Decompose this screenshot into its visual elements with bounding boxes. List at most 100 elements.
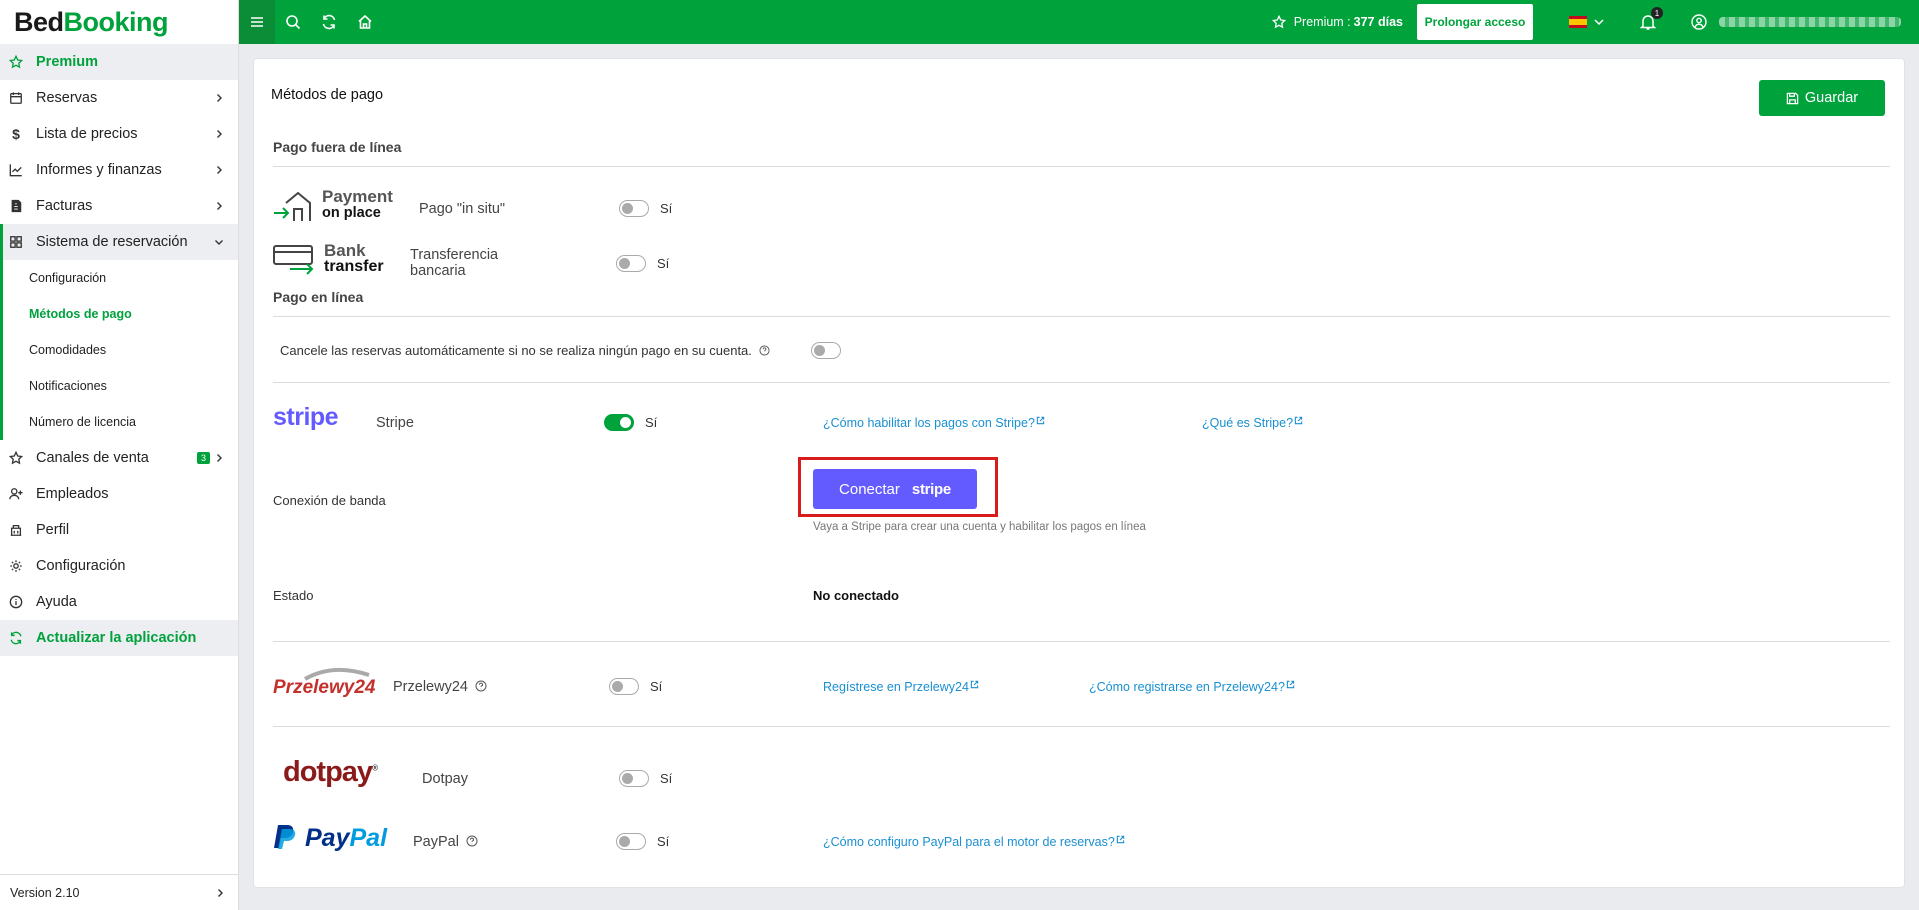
method-name-bank-line1: Transferencia: [410, 247, 499, 263]
chevron-down-icon[interactable]: [1593, 16, 1605, 28]
sidebar-item-label: Sistema de reservación: [36, 234, 188, 250]
hamburger-menu-button[interactable]: [239, 0, 275, 44]
home-button[interactable]: [347, 0, 383, 44]
link-przelewy24-register[interactable]: Regístrese en Przelewy24: [823, 680, 979, 694]
sidebar-item-label: Informes y finanzas: [36, 162, 162, 178]
question-circle-icon[interactable]: [466, 835, 478, 847]
toggle-przelewy24[interactable]: [609, 678, 639, 695]
payment-on-place-logo: Payment on place: [272, 188, 402, 223]
paypal-logo: PayPal: [273, 823, 403, 853]
dollar-icon: $: [12, 126, 20, 142]
notifications-button[interactable]: 1: [1639, 7, 1663, 31]
sidebar-item-empleados[interactable]: Empleados: [0, 476, 238, 512]
toggle-auto-cancel[interactable]: [811, 342, 841, 359]
chevron-right-icon: [217, 94, 222, 102]
divider: [273, 316, 1890, 317]
link-paypal-how[interactable]: ¿Cómo configuro PayPal para el motor de …: [823, 835, 1125, 849]
sidebar-item-configuracion[interactable]: Configuración: [0, 548, 238, 584]
divider: [273, 166, 1890, 167]
toggle-label-bank-transfer: Sí: [657, 256, 670, 271]
link-stripe-how[interactable]: ¿Cómo habilitar los pagos con Stripe?: [823, 416, 1045, 430]
grid-icon: [8, 234, 24, 250]
save-button[interactable]: Guardar: [1759, 80, 1885, 116]
sidebar-item-informes[interactable]: Informes y finanzas: [0, 152, 238, 188]
payment-on-place-logo-line2: on place: [322, 205, 381, 221]
sidebar-subitem-licencia[interactable]: Número de licencia: [3, 404, 238, 440]
external-link-icon: [1294, 416, 1303, 425]
payment-methods-card: Métodos de pago Guardar Pago fuera de lí…: [253, 58, 1905, 888]
przelewy24-logo: Przelewy24: [273, 667, 376, 703]
user-name-redacted[interactable]: [1719, 17, 1901, 27]
paypal-logo-text: PayPal: [305, 824, 388, 852]
logo-text-bed: Bed: [14, 6, 64, 37]
external-link-icon: [1036, 416, 1045, 425]
prolong-access-button[interactable]: Prolongar acceso: [1417, 4, 1533, 40]
sidebar-item-reservas[interactable]: Reservas: [0, 80, 238, 116]
app-logo[interactable]: Bed Booking: [0, 0, 238, 44]
star-icon: [1271, 15, 1286, 29]
user-icon[interactable]: [1691, 14, 1707, 30]
chevron-right-icon: [217, 166, 222, 174]
link-paypal-how-text: ¿Cómo configuro PayPal para el motor de …: [823, 835, 1115, 849]
auto-cancel-text: Cancele las reservas automáticamente si …: [280, 343, 752, 358]
dotpay-logo: dotpay®: [283, 756, 378, 788]
sidebar-item-label: Canales de venta: [36, 450, 149, 466]
sidebar-item-precios[interactable]: $ Lista de precios: [0, 116, 238, 152]
divider: [273, 641, 1890, 642]
sidebar-item-sistema[interactable]: Sistema de reservación: [0, 224, 238, 260]
sidebar-subitem-comodidades[interactable]: Comodidades: [3, 332, 238, 368]
top-bar-right: Premium : 377 días Prolongar acceso 1: [1271, 0, 1919, 44]
sidebar-item-label: Facturas: [36, 198, 93, 214]
chevron-right-icon: [217, 454, 222, 462]
search-button[interactable]: [275, 0, 311, 44]
question-circle-icon[interactable]: [758, 345, 770, 356]
bank-transfer-logo-line2: transfer: [324, 258, 384, 275]
method-name-paypal: PayPal: [413, 834, 478, 850]
dotpay-logo-text: dotpay: [283, 756, 373, 788]
toggle-bank-transfer[interactable]: [616, 255, 646, 272]
sidebar-item-facturas[interactable]: Facturas: [0, 188, 238, 224]
sidebar-subitem-configuracion[interactable]: Configuración: [3, 260, 238, 296]
connect-stripe-button[interactable]: Conectar stripe: [813, 469, 977, 509]
sidebar-item-label: Empleados: [36, 486, 109, 502]
spain-flag-icon[interactable]: [1569, 16, 1587, 28]
chevron-right-icon: [218, 888, 223, 897]
link-stripe-what-text: ¿Qué es Stripe?: [1202, 416, 1294, 430]
method-name-bank-line2: bancaria: [410, 263, 466, 279]
sidebar-item-label: Perfil: [36, 522, 70, 538]
link-stripe-how-text: ¿Cómo habilitar los pagos con Stripe?: [823, 416, 1035, 430]
sidebar-subitem-notificaciones[interactable]: Notificaciones: [3, 368, 238, 404]
przelewy24-logo-text: Przelewy24: [273, 677, 376, 698]
sidebar: Bed Booking Premium Reservas $ Lista de p…: [0, 0, 239, 910]
chart-line-icon: [8, 162, 24, 178]
link-przelewy24-how[interactable]: ¿Cómo registrarse en Przelewy24?: [1089, 680, 1295, 694]
toggle-stripe[interactable]: [604, 414, 634, 431]
method-name-stripe: Stripe: [376, 415, 414, 431]
toggle-onsite[interactable]: [619, 200, 649, 217]
sidebar-item-perfil[interactable]: Perfil: [0, 512, 238, 548]
link-stripe-what[interactable]: ¿Qué es Stripe?: [1202, 416, 1303, 430]
sidebar-item-canales[interactable]: Canales de venta 3: [0, 440, 238, 476]
sidebar-item-premium[interactable]: Premium: [0, 44, 238, 80]
refresh-button[interactable]: [311, 0, 347, 44]
premium-label: Premium :: [1293, 15, 1351, 29]
toggle-dotpay[interactable]: [619, 770, 649, 787]
refresh-icon: [8, 630, 24, 646]
sidebar-subitem-metodos-pago[interactable]: Métodos de pago: [3, 296, 238, 332]
sidebar-item-ayuda[interactable]: Ayuda: [0, 584, 238, 620]
house-arrow-icon: [274, 191, 311, 221]
auto-cancel-label: Cancele las reservas automáticamente si …: [280, 343, 770, 358]
question-circle-icon[interactable]: [475, 680, 487, 692]
count-badge: 3: [196, 452, 210, 464]
save-button-label: Guardar: [1804, 90, 1859, 106]
external-link-icon: [970, 680, 979, 689]
sidebar-item-label: Premium: [36, 54, 99, 70]
gear-icon: [8, 558, 24, 574]
home-icon: [358, 14, 372, 29]
refresh-icon: [322, 14, 336, 30]
divider: [273, 726, 1890, 727]
toggle-label-przelewy24: Sí: [650, 679, 663, 694]
sidebar-item-actualizar[interactable]: Actualizar la aplicación: [0, 620, 238, 656]
version-info[interactable]: Version 2.10: [0, 874, 239, 910]
toggle-paypal[interactable]: [616, 833, 646, 850]
